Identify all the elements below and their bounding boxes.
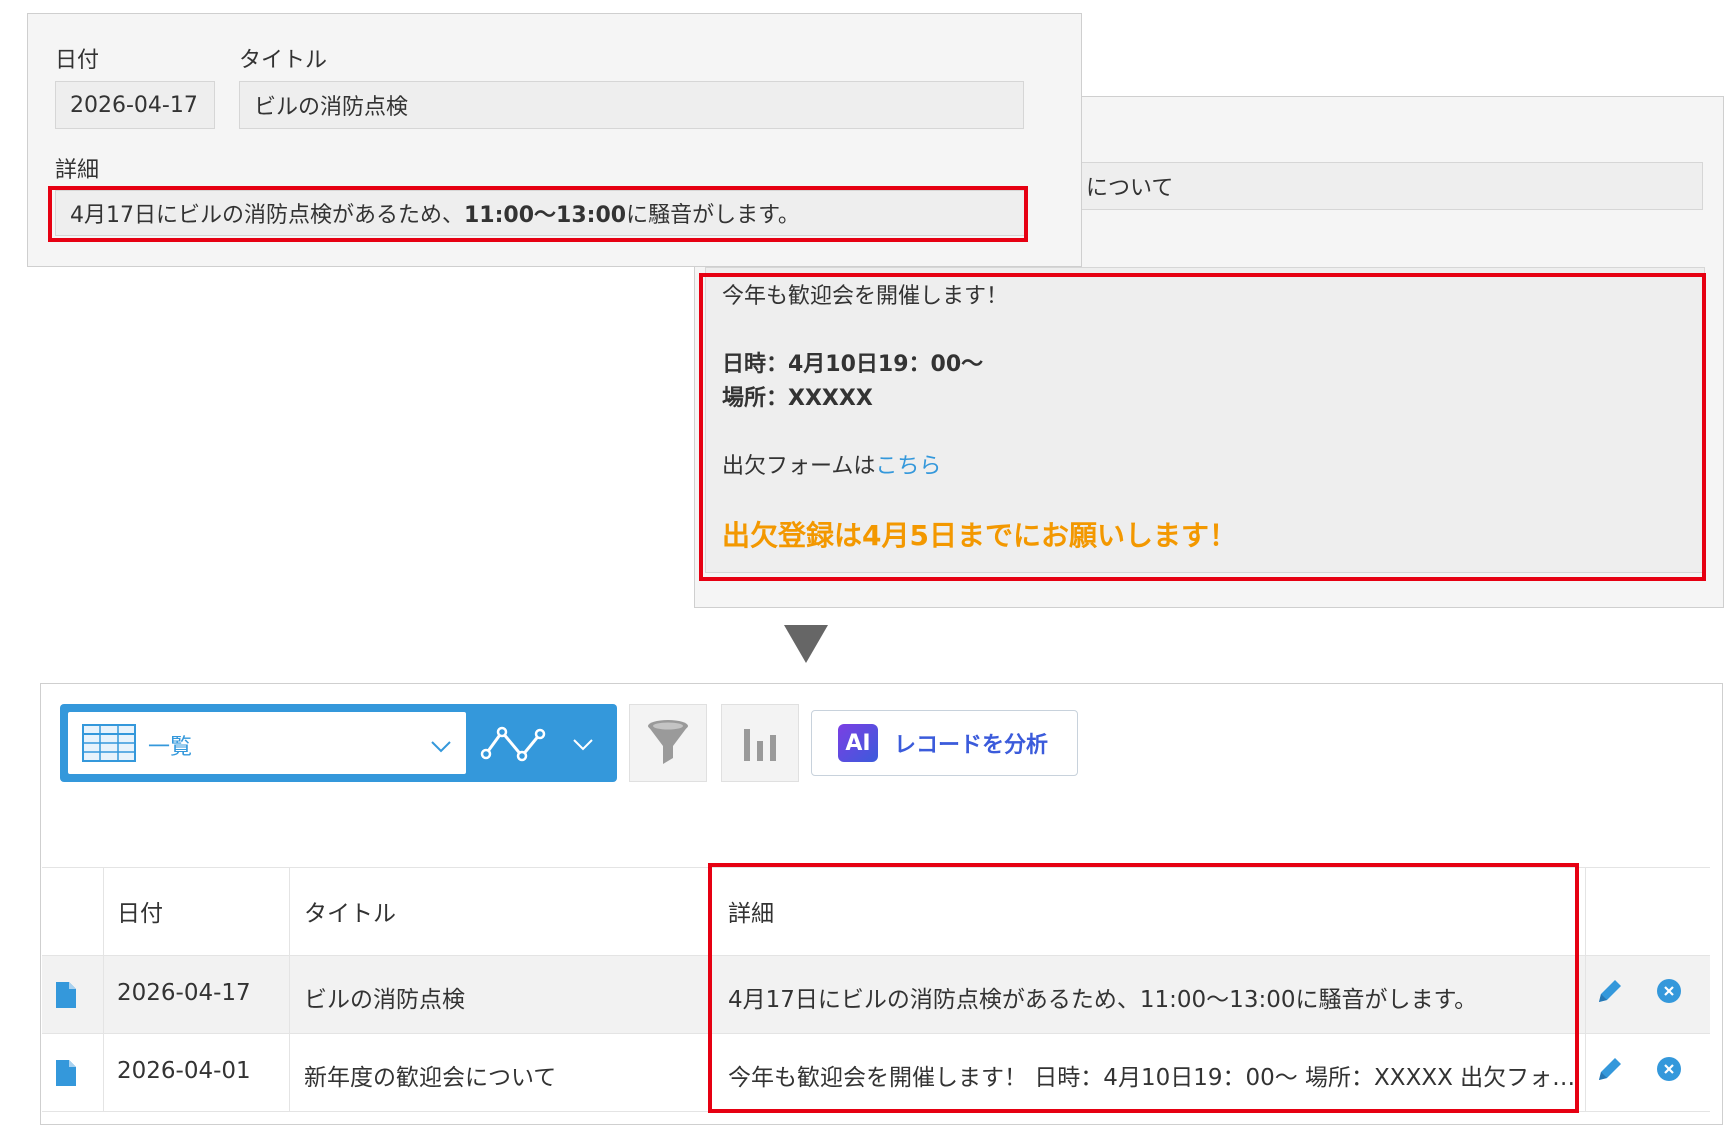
front-detail-highlight <box>48 186 1028 242</box>
table-view-icon <box>82 724 136 762</box>
record-detail-icon[interactable] <box>56 1060 76 1086</box>
view-name: 一覧 <box>148 735 193 760</box>
cell-title: 新年度の歓迎会について <box>304 1065 557 1091</box>
graph-summary-button[interactable] <box>721 704 799 782</box>
column-divider <box>103 867 104 1112</box>
title-field: ビルの消防点検 <box>239 81 1024 129</box>
date-label: 日付 <box>55 48 100 73</box>
detail-label: 詳細 <box>55 158 100 183</box>
delete-icon[interactable] <box>1656 978 1682 1004</box>
column-header-title[interactable]: タイトル <box>304 894 396 928</box>
detail-column-highlight <box>708 863 1579 1113</box>
back-detail-highlight <box>699 273 1706 581</box>
delete-icon[interactable] <box>1656 1056 1682 1082</box>
cell-date: 2026-04-01 <box>117 1058 251 1084</box>
bar-chart-icon <box>744 729 776 761</box>
record-detail-icon[interactable] <box>56 982 76 1008</box>
column-divider <box>289 867 290 1112</box>
column-header-date[interactable]: 日付 <box>117 894 163 928</box>
cell-date: 2026-04-17 <box>117 980 251 1006</box>
view-dropdown[interactable]: 一覧 <box>68 712 466 774</box>
chevron-down-icon <box>573 739 593 751</box>
graph-icon <box>480 726 546 762</box>
down-arrow-icon <box>784 625 828 663</box>
pencil-edit-icon[interactable] <box>1595 976 1625 1006</box>
analyze-records-button[interactable]: AI レコードを分析 <box>811 710 1078 776</box>
pencil-edit-icon[interactable] <box>1595 1054 1625 1084</box>
filter-icon <box>648 720 688 764</box>
ai-icon: AI <box>838 724 878 762</box>
cell-title: ビルの消防点検 <box>304 987 465 1013</box>
graph-dropdown[interactable] <box>472 712 612 774</box>
date-field: 2026-04-17 <box>55 81 215 129</box>
back-title-field: について <box>1081 162 1703 210</box>
column-divider <box>1585 867 1586 1112</box>
analyze-records-label: レコードを分析 <box>894 733 1049 758</box>
view-selector: 一覧 <box>60 704 617 782</box>
chevron-down-icon <box>431 741 451 753</box>
filter-button[interactable] <box>629 704 707 782</box>
title-label: タイトル <box>239 48 328 73</box>
